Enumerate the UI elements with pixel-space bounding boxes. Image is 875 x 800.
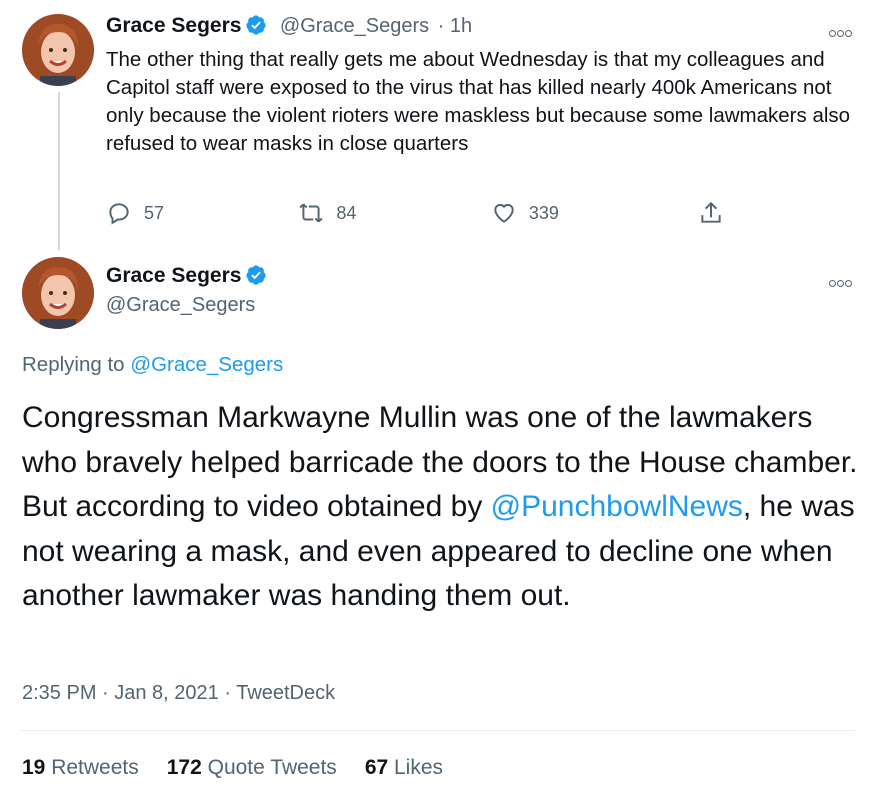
quote-tweets-label: Quote Tweets	[201, 756, 337, 779]
avatar[interactable]	[22, 257, 94, 329]
tweet-timestamp[interactable]: 2:35 PM · Jan 8, 2021 · TweetDeck	[22, 682, 335, 705]
tweet-actions: 57 84 339	[106, 200, 736, 226]
author-name[interactable]: Grace Segers	[106, 14, 241, 37]
heart-icon	[494, 203, 514, 223]
verified-badge-icon	[246, 15, 267, 35]
share-button[interactable]	[698, 200, 736, 226]
reply-icon	[109, 203, 129, 225]
retweet-count: 84	[336, 202, 357, 223]
mention-link[interactable]: @PunchbowlNews	[491, 490, 743, 523]
reply-button[interactable]: 57	[106, 200, 298, 226]
retweet-button[interactable]: 84	[298, 200, 490, 226]
reply-count: 57	[144, 202, 165, 223]
replying-to-link[interactable]: @Grace_Segers	[130, 353, 283, 376]
tweet-text: The other thing that really gets me abou…	[106, 48, 851, 155]
like-count: 339	[528, 202, 559, 223]
likes-label: Likes	[388, 756, 444, 779]
quote-tweets-count: 172	[166, 756, 202, 779]
tweet-stats: 19 Retweets 172 Quote Tweets 67 Likes	[22, 756, 471, 780]
author-handle[interactable]: @Grace_Segers	[106, 294, 267, 317]
author-name[interactable]: Grace Segers	[106, 264, 241, 287]
like-button[interactable]: 339	[491, 200, 698, 226]
first-tweet-header: Grace Segers @Grace_Segers · 1h	[106, 14, 472, 38]
divider	[20, 730, 855, 731]
likes-count: 67	[364, 756, 389, 779]
author-handle[interactable]: @Grace_Segers	[280, 15, 429, 37]
retweets-label: Retweets	[45, 756, 139, 779]
avatar[interactable]	[22, 14, 94, 86]
main-tweet-text: Congressman Markwayne Mullin was one of …	[22, 396, 862, 619]
quote-tweets-stat[interactable]: 172 Quote Tweets	[167, 756, 337, 780]
more-options-icon[interactable]	[829, 274, 853, 288]
replying-to: Replying to @Grace_Segers	[22, 353, 283, 377]
tweet-time[interactable]: · 1h	[438, 15, 472, 37]
retweets-count: 19	[22, 756, 46, 779]
likes-stat[interactable]: 67 Likes	[365, 756, 443, 780]
retweet-icon	[299, 203, 323, 223]
retweets-stat[interactable]: 19 Retweets	[22, 756, 139, 780]
thread-connector	[58, 92, 60, 250]
more-options-icon[interactable]	[829, 24, 853, 38]
main-tweet-header: Grace Segers @Grace_Segers	[106, 264, 267, 317]
replying-to-prefix: Replying to	[22, 353, 131, 376]
share-icon	[701, 201, 721, 223]
verified-badge-icon	[246, 265, 267, 285]
